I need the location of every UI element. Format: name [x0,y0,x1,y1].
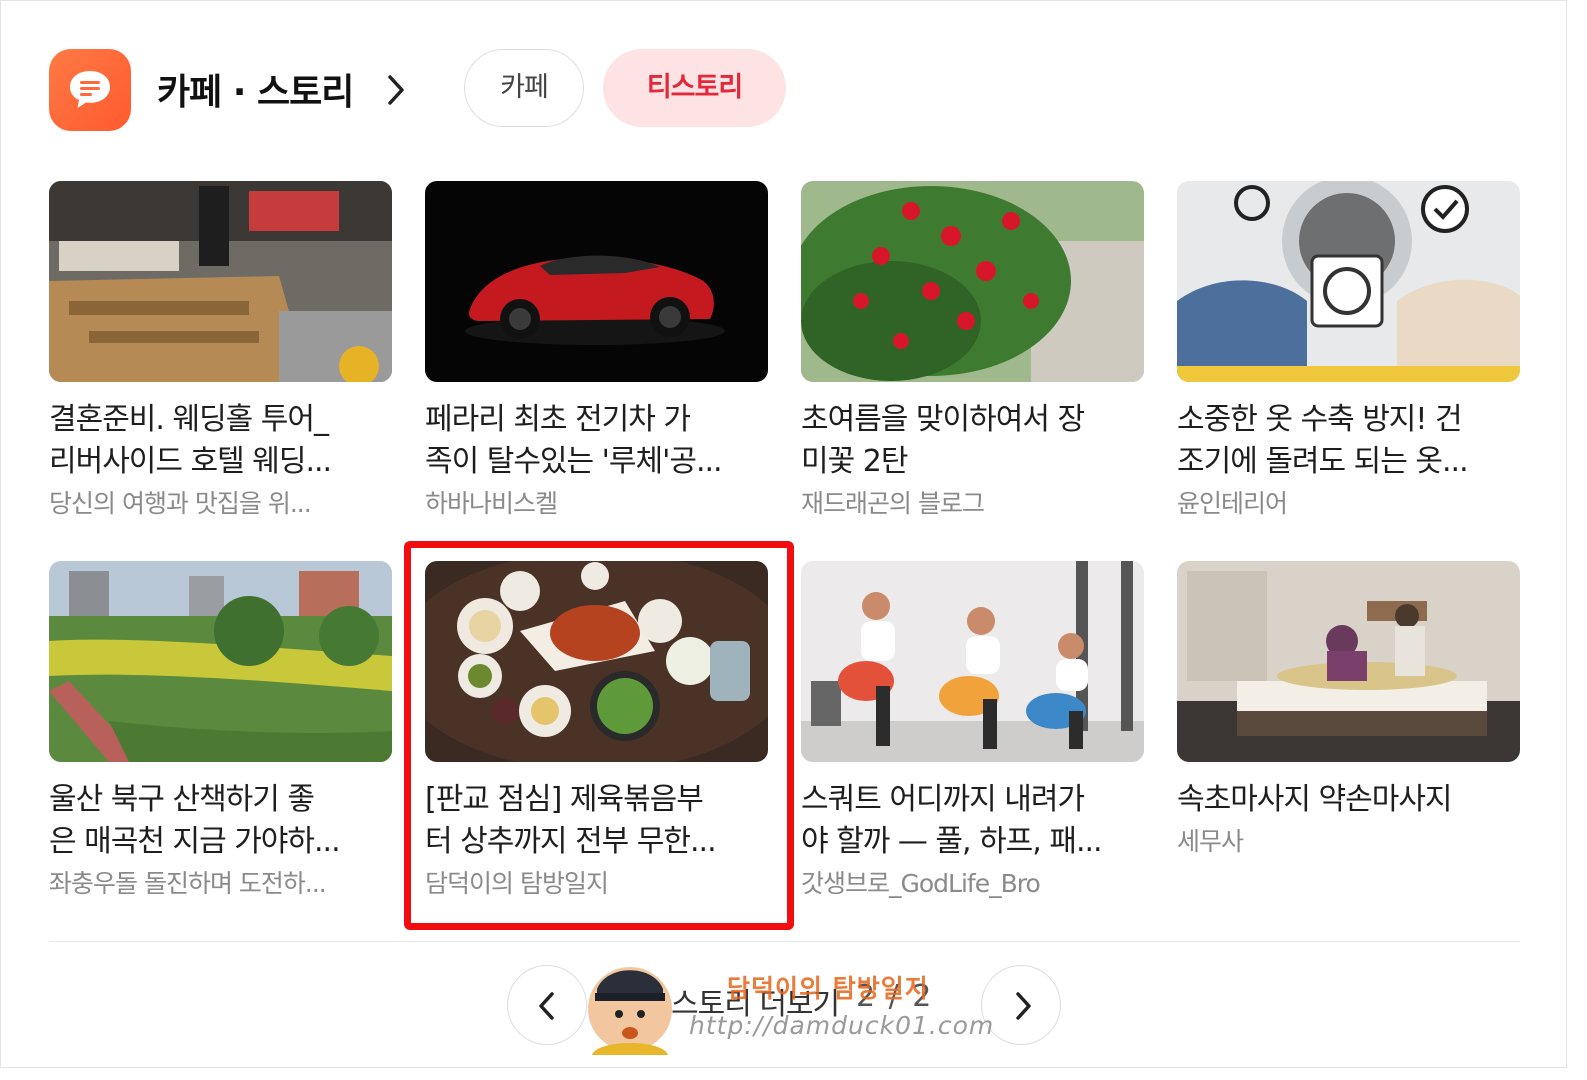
tab-tistory[interactable]: 티스토리 [603,49,786,127]
card-source: 당신의 여행과 맛집을 위... [49,489,312,518]
card-source: 좌충우돌 돌진하며 도전하... [49,869,327,898]
chevron-right-icon[interactable] [385,73,407,107]
highlight-box [404,541,794,930]
watermark-avatar [588,967,672,1055]
card-source: 세무사 [1177,827,1244,856]
chevron-right-icon [1016,992,1031,1020]
card-thumbnail[interactable] [49,561,392,762]
card-thumbnail[interactable] [49,181,392,382]
chat-bubble-icon [49,49,131,131]
pager-prev-button[interactable] [507,965,587,1045]
tab-cafe[interactable]: 카페 [464,49,584,127]
card-source: 갓생브로_GodLife_Bro [801,869,1041,898]
card-thumbnail[interactable] [801,561,1144,762]
card-title[interactable]: 초여름을 맞이하여서 장 미꽃 2탄 [801,399,1144,483]
card-title[interactable]: 속초마사지 약손마사지 [1177,779,1520,821]
card-title[interactable]: 결혼준비. 웨딩홀 투어_ 리버사이드 호텔 웨딩... [49,399,392,483]
card-thumbnail[interactable] [1177,561,1520,762]
widget-header: 카페 · 스토리 카페 티스토리 [49,49,949,131]
chevron-left-icon [539,992,554,1020]
section-title[interactable]: 카페 · 스토리 [157,63,354,115]
card-title[interactable]: 페라리 최초 전기차 가 족이 탈수있는 '루체'공... [425,399,768,483]
watermark-name: 담덕이의 탐방일지 [727,974,929,1003]
card-title[interactable]: 스쿼트 어디까지 내려가 야 할까 — 풀, 하프, 패... [801,779,1144,863]
card-title[interactable]: 울산 북구 산책하기 좋은 매곡천 지금 가야하... [49,779,392,863]
divider [49,941,1520,942]
card-title[interactable]: 소중한 옷 수축 방지! 건 조기에 돌려도 되는 옷... [1177,399,1520,483]
card-thumbnail[interactable] [425,181,768,382]
card-thumbnail[interactable] [1177,181,1520,382]
card-thumbnail[interactable] [801,181,1144,382]
watermark-url: http://damduck01.com [689,1011,995,1040]
card-source: 하바나비스켈 [425,489,558,518]
cafe-story-widget: 카페 · 스토리 카페 티스토리 결혼준비. 웨딩홀 투어_ 리버사이드 호텔 웨 [0,0,1567,1068]
card-source: 윤인테리어 [1177,489,1288,518]
card-source: 재드래곤의 블로그 [801,489,985,518]
